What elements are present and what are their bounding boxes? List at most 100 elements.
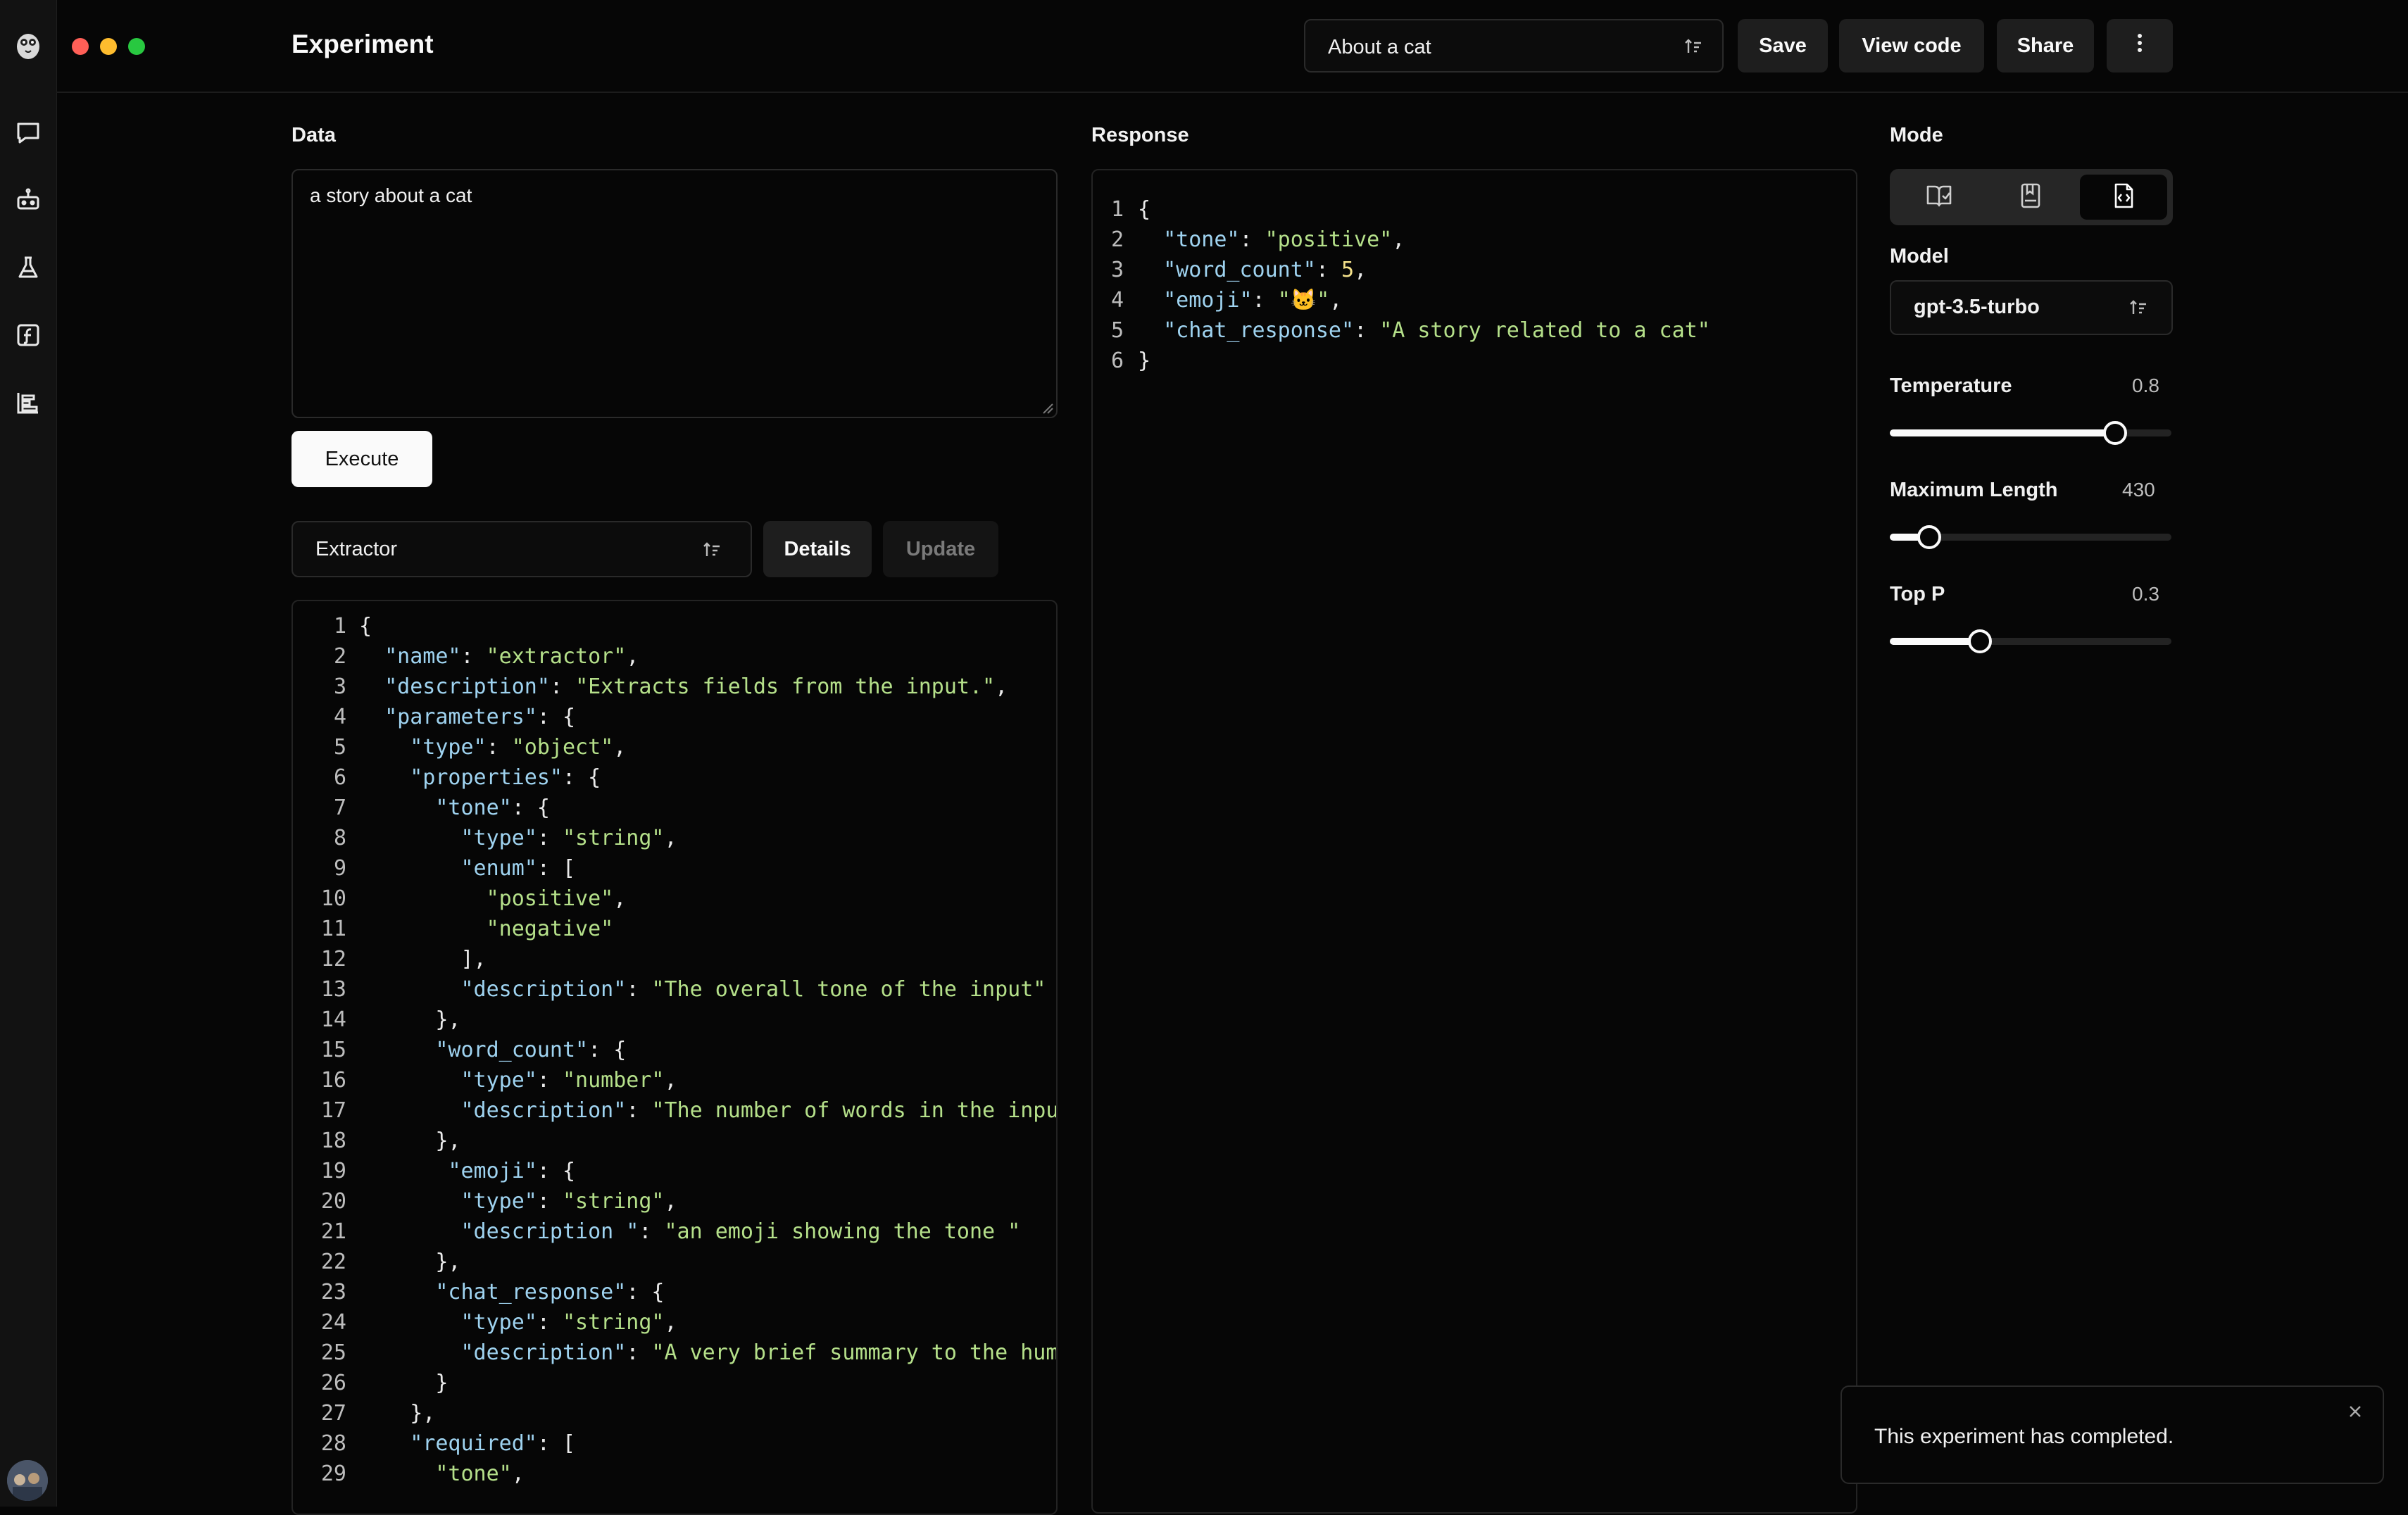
code-line: 23 "chat_response": { xyxy=(293,1277,665,1307)
code-token: "word_count" xyxy=(1163,258,1316,282)
model-select[interactable]: gpt-3.5-turbo xyxy=(1890,280,2173,335)
flask-icon[interactable] xyxy=(14,253,42,282)
line-number: 1 xyxy=(1110,197,1124,222)
data-input-value: a story about a cat xyxy=(310,184,472,206)
execute-button[interactable]: Execute xyxy=(291,431,432,487)
code-line: 17 "description": "The number of words i… xyxy=(293,1095,1056,1126)
response-code-viewer[interactable]: 1{2 "tone": "positive", 3 "word_count": 5… xyxy=(1091,169,1857,1514)
robot-icon[interactable] xyxy=(14,186,42,214)
code-token: : xyxy=(626,1098,652,1123)
slider-thumb[interactable] xyxy=(1917,525,1941,549)
function-icon[interactable] xyxy=(14,321,42,349)
code-token: : { xyxy=(563,765,601,790)
code-token: , xyxy=(626,644,639,669)
top-p-slider[interactable] xyxy=(1890,629,2171,653)
mode-edit-button[interactable] xyxy=(2080,175,2167,220)
update-button[interactable]: Update xyxy=(883,521,998,577)
code-line: 14 }, xyxy=(293,1005,461,1035)
mode-complete-button[interactable] xyxy=(1895,175,1983,220)
code-token: , xyxy=(1329,288,1343,313)
code-token: "an emoji showing the tone " xyxy=(664,1219,1021,1244)
function-select-value: Extractor xyxy=(315,538,398,560)
code-token: : xyxy=(1315,258,1341,282)
function-code-editor[interactable]: 1{2 "name": "extractor", 3 "description":… xyxy=(291,600,1058,1515)
code-token: "string" xyxy=(563,1310,665,1335)
code-token: "name" xyxy=(384,644,461,669)
slider-thumb[interactable] xyxy=(1968,629,1992,653)
code-token: }, xyxy=(359,1129,461,1153)
function-select[interactable]: Extractor xyxy=(291,521,752,577)
code-line: 9 "enum": [ xyxy=(293,853,575,884)
save-button[interactable]: Save xyxy=(1738,19,1828,73)
avatar[interactable] xyxy=(7,1460,48,1501)
top-p-value[interactable]: 0.3 xyxy=(2132,583,2159,605)
code-token: : { xyxy=(537,1159,576,1183)
code-token: "description" xyxy=(460,1340,627,1365)
preset-select[interactable]: About a cat xyxy=(1304,19,1724,73)
code-token: }, xyxy=(359,1250,461,1274)
code-token: : xyxy=(626,977,652,1002)
data-input[interactable]: a story about a cat xyxy=(291,169,1058,418)
code-token: , xyxy=(995,674,1008,699)
code-token: , xyxy=(664,826,677,850)
code-line: 16 "type": "number", xyxy=(293,1065,677,1095)
temperature-label: Temperature xyxy=(1890,375,2012,397)
code-token: : xyxy=(537,1310,563,1335)
temperature-value[interactable]: 0.8 xyxy=(2132,375,2159,397)
code-token: , xyxy=(613,735,627,760)
code-token: , xyxy=(511,1461,525,1486)
line-number: 11 xyxy=(320,917,346,941)
code-line: 1{ xyxy=(293,611,372,641)
temperature-slider[interactable] xyxy=(1890,421,2171,445)
code-line: 13 "description": "The overall tone of t… xyxy=(293,974,1046,1005)
code-line: 7 "tone": { xyxy=(293,793,550,823)
share-button[interactable]: Share xyxy=(1997,19,2094,73)
line-number: 2 xyxy=(333,644,346,669)
code-token: : xyxy=(549,674,576,699)
slider-thumb[interactable] xyxy=(2103,421,2127,445)
maximum-length-label: Maximum Length xyxy=(1890,479,2058,501)
chart-icon[interactable] xyxy=(14,389,42,417)
code-token: : xyxy=(1239,227,1265,252)
page-title: Experiment xyxy=(291,30,434,58)
line-number: 24 xyxy=(320,1310,346,1335)
chat-icon[interactable] xyxy=(14,118,42,146)
slider-fill xyxy=(1890,429,2115,436)
code-token: { xyxy=(359,614,372,639)
top-p-label: Top P xyxy=(1890,583,1945,605)
code-line: 24 "type": "string", xyxy=(293,1307,677,1338)
sidebar xyxy=(0,0,57,1507)
close-icon[interactable] xyxy=(2346,1402,2364,1421)
details-button[interactable]: Details xyxy=(763,521,872,577)
mode-insert-button[interactable] xyxy=(1987,175,2074,220)
code-token: "enum" xyxy=(460,856,537,881)
code-line: 29 "tone", xyxy=(293,1459,525,1489)
code-token: "number" xyxy=(563,1068,665,1093)
code-line: 5 "type": "object", xyxy=(293,732,626,762)
code-line: 22 }, xyxy=(293,1247,461,1277)
code-token: 5 xyxy=(1341,258,1355,282)
line-number: 13 xyxy=(320,977,346,1002)
code-token: "positive" xyxy=(486,886,614,911)
view-code-button[interactable]: View code xyxy=(1839,19,1984,73)
code-line: 19 "emoji": { xyxy=(293,1156,575,1186)
maximum-length-slider[interactable] xyxy=(1890,525,2171,549)
app-logo-icon[interactable] xyxy=(10,25,46,62)
more-options-button[interactable] xyxy=(2107,19,2173,73)
code-line: 12 ], xyxy=(293,944,487,974)
maximum-length-value[interactable]: 430 xyxy=(2122,479,2155,501)
line-number: 6 xyxy=(333,765,346,790)
code-token: ], xyxy=(359,947,487,972)
code-line: 27 }, xyxy=(293,1398,436,1428)
code-line: 3 "description": "Extracts fields from t… xyxy=(293,672,1008,702)
resize-handle-icon[interactable] xyxy=(1041,401,1053,414)
line-number: 4 xyxy=(333,705,346,729)
